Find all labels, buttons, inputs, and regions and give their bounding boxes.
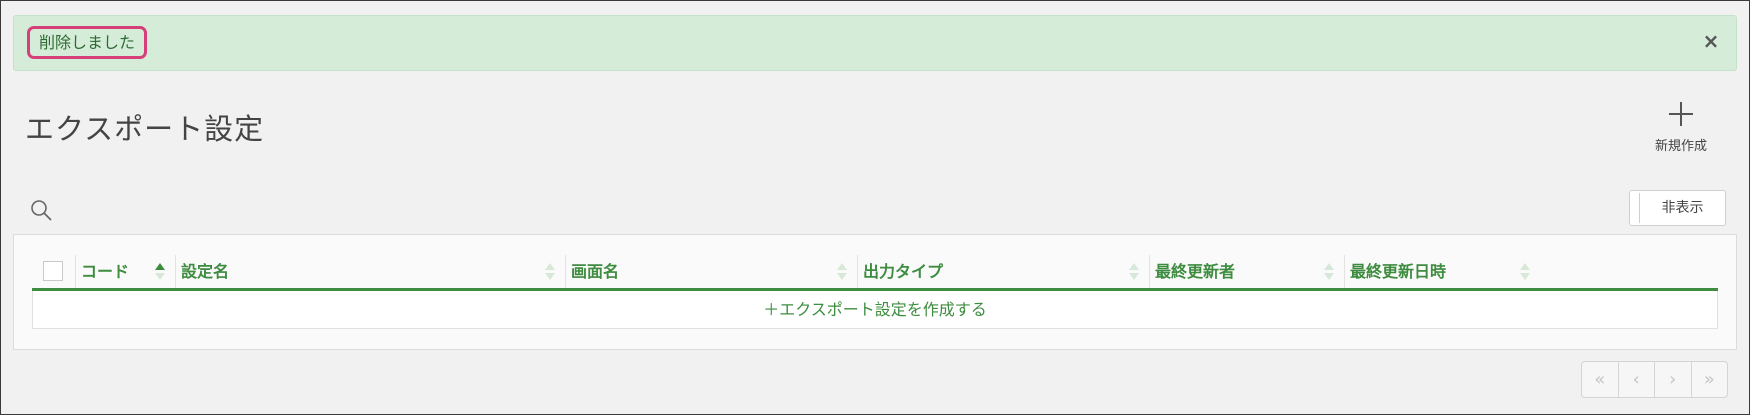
sort-icon bbox=[1129, 263, 1139, 281]
column-header-label: 画面名 bbox=[571, 262, 620, 281]
success-alert: 削除しました × bbox=[13, 15, 1737, 71]
first-page-button[interactable]: « bbox=[1582, 362, 1619, 397]
sort-icon bbox=[837, 263, 847, 281]
next-page-button[interactable]: › bbox=[1655, 362, 1692, 397]
table-card: コード 設定名 画面名 出力タイプ 最終更新者 最終更新日時 ＋エクスポート設定… bbox=[13, 234, 1737, 350]
column-header-setting-name[interactable]: 設定名 bbox=[176, 255, 566, 288]
column-header-label: コード bbox=[81, 262, 130, 281]
sort-icon bbox=[545, 263, 555, 281]
column-header-label: 出力タイプ bbox=[863, 262, 944, 281]
create-export-setting-row[interactable]: ＋エクスポート設定を作成する bbox=[32, 291, 1718, 329]
column-header-output-type[interactable]: 出力タイプ bbox=[858, 255, 1150, 288]
new-button[interactable]: 新規作成 bbox=[1641, 99, 1721, 161]
column-header-label: 設定名 bbox=[181, 262, 230, 281]
search-icon[interactable] bbox=[29, 198, 53, 222]
last-page-button[interactable]: » bbox=[1692, 362, 1728, 397]
sort-asc-icon bbox=[155, 263, 165, 281]
new-button-label: 新規作成 bbox=[1654, 139, 1707, 154]
pagination: « ‹ › » bbox=[1581, 361, 1728, 398]
app-window: 削除しました × エクスポート設定 新規作成 非表示 コード 設定名 画面名 出… bbox=[0, 0, 1750, 415]
sort-icon bbox=[1520, 263, 1530, 281]
close-icon[interactable]: × bbox=[1700, 30, 1722, 52]
hide-columns-button[interactable]: 非表示 bbox=[1629, 190, 1726, 226]
table-header: コード 設定名 画面名 出力タイプ 最終更新者 最終更新日時 bbox=[32, 255, 1718, 291]
column-header-last-updated-at[interactable]: 最終更新日時 bbox=[1345, 255, 1540, 288]
alert-message: 削除しました bbox=[27, 26, 148, 59]
column-header-label: 最終更新日時 bbox=[1350, 262, 1447, 281]
sort-icon bbox=[1324, 263, 1334, 281]
page-title: エクスポート設定 bbox=[25, 112, 265, 146]
plus-icon bbox=[1669, 102, 1693, 126]
select-all-checkbox[interactable] bbox=[43, 261, 63, 281]
select-all-cell bbox=[32, 255, 76, 288]
column-header-last-updated-by[interactable]: 最終更新者 bbox=[1150, 255, 1345, 288]
column-header-code[interactable]: コード bbox=[76, 255, 176, 288]
column-header-label: 最終更新者 bbox=[1155, 262, 1236, 281]
prev-page-button[interactable]: ‹ bbox=[1619, 362, 1655, 397]
hide-button-label: 非表示 bbox=[1661, 200, 1704, 216]
column-header-screen-name[interactable]: 画面名 bbox=[566, 255, 858, 288]
